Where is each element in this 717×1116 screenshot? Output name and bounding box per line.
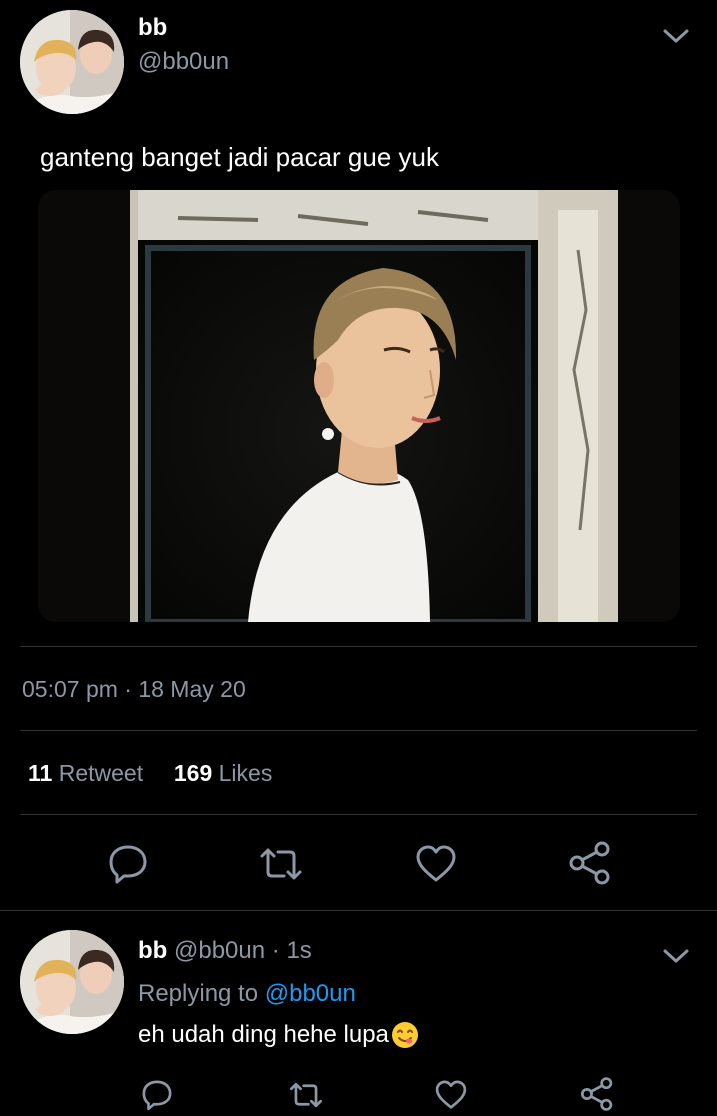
reply-author-avatar[interactable]: [20, 930, 124, 1034]
profile-photo-avatar: [20, 10, 124, 114]
like-icon[interactable]: [414, 842, 458, 886]
yum-face-emoji: [391, 1021, 419, 1049]
retweet-count: 11: [28, 760, 53, 786]
likes-stat[interactable]: 169 Likes: [174, 760, 272, 786]
divider: [20, 730, 697, 731]
reply-icon[interactable]: [140, 1078, 174, 1112]
divider: [0, 910, 717, 911]
reply-author-handle[interactable]: @bb0un: [174, 937, 265, 964]
like-icon[interactable]: [434, 1078, 468, 1112]
retweet-label: Retweet: [58, 760, 144, 786]
replying-label: Replying to: [138, 980, 265, 1007]
replying-to: Replying to @bb0un: [138, 980, 356, 1008]
share-icon[interactable]: [568, 840, 612, 886]
retweet-stat[interactable]: 11 Retweet: [28, 760, 149, 786]
reply-author-name[interactable]: bb: [138, 937, 167, 964]
tweet-stats: 11 Retweet 169 Likes: [28, 760, 272, 787]
replying-mention[interactable]: @bb0un: [265, 980, 356, 1007]
divider: [20, 814, 697, 815]
retweet-icon[interactable]: [256, 842, 306, 886]
share-icon[interactable]: [580, 1076, 614, 1112]
tweet-timestamp: 05:07 pm · 18 May 20: [22, 676, 246, 702]
reply-text: eh udah ding hehe lupa: [138, 1021, 419, 1049]
divider: [20, 646, 697, 647]
likes-count: 169: [173, 760, 213, 786]
reply-icon[interactable]: [106, 842, 150, 886]
photo-image: [38, 190, 680, 622]
profile-photo-avatar: [20, 930, 124, 1034]
retweet-icon[interactable]: [286, 1078, 326, 1112]
reply-header: bb @bb0un · 1s: [138, 937, 312, 965]
chevron-down-icon[interactable]: [660, 944, 692, 968]
author-name[interactable]: bb: [138, 14, 167, 42]
reply-text-content: eh udah ding hehe lupa: [138, 1021, 389, 1048]
chevron-down-icon[interactable]: [660, 24, 692, 48]
tweet-photo[interactable]: [38, 190, 680, 622]
author-handle[interactable]: @bb0un: [138, 48, 229, 76]
reply-time: · 1s: [265, 937, 312, 964]
tweet-text: ganteng banget jadi pacar gue yuk: [40, 142, 439, 172]
author-avatar[interactable]: [20, 10, 124, 114]
likes-label: Likes: [218, 760, 273, 786]
